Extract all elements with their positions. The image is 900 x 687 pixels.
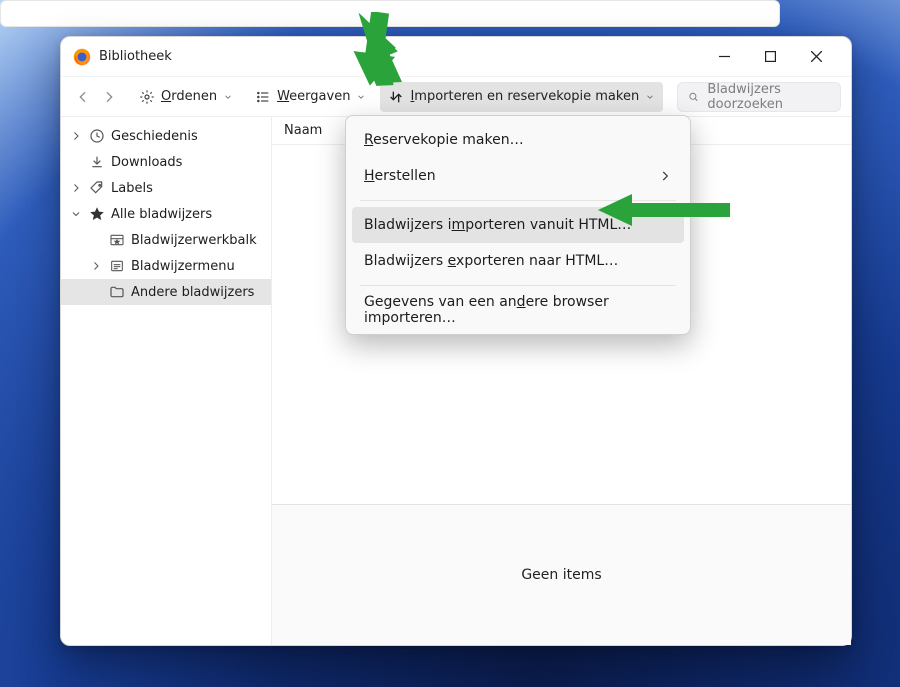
menu-folder-icon <box>109 258 125 274</box>
folder-icon <box>109 284 125 300</box>
organize-menu[interactable]: Ordenen <box>131 82 241 112</box>
toolbar: Ordenen Weergaven Importeren en r <box>61 77 851 117</box>
close-button[interactable] <box>793 41 839 73</box>
firefox-app-icon <box>73 48 91 66</box>
views-menu[interactable]: Weergaven <box>247 82 374 112</box>
menu-item-import-html[interactable]: Bladwijzers importeren vanuit HTML… <box>352 207 684 243</box>
sidebar-item-label: Labels <box>111 181 153 196</box>
forward-button[interactable] <box>97 83 121 111</box>
detail-area: Geen items <box>272 505 851 645</box>
sidebar-item-label: Andere bladwijzers <box>131 285 254 300</box>
chevron-down-icon <box>69 208 83 220</box>
star-icon <box>89 206 105 222</box>
chevron-down-icon <box>645 92 655 102</box>
sidebar-item-label: Bladwijzerwerkbalk <box>131 233 257 248</box>
search-placeholder: Bladwijzers doorzoeken <box>707 82 830 112</box>
maximize-button[interactable] <box>747 41 793 73</box>
menu-separator <box>360 285 676 286</box>
search-icon <box>688 90 699 104</box>
chevron-right-icon <box>69 130 83 142</box>
menu-item-backup[interactable]: Reservekopie maken… <box>352 122 684 158</box>
search-input[interactable]: Bladwijzers doorzoeken <box>677 82 841 112</box>
window-title: Bibliotheek <box>99 49 172 64</box>
sidebar-item-label: Downloads <box>111 155 182 170</box>
menu-separator <box>360 200 676 201</box>
sidebar-item-menu[interactable]: Bladwijzermenu <box>61 253 271 279</box>
chevron-right-icon <box>89 260 103 272</box>
toolbar-folder-icon <box>109 232 125 248</box>
sidebar-item-tags[interactable]: Labels <box>61 175 271 201</box>
menu-item-import-browser[interactable]: Gegevens van een andere browser importer… <box>352 292 684 328</box>
list-icon <box>255 89 271 105</box>
organize-label: Ordenen <box>161 89 217 104</box>
nav-buttons <box>71 83 121 111</box>
background-window <box>0 0 780 27</box>
menu-item-restore[interactable]: Herstellen <box>352 158 684 194</box>
import-label: Importeren en reservekopie maken <box>410 89 639 104</box>
menu-item-label: Gegevens van een andere browser importer… <box>364 294 672 326</box>
sidebar-item-history[interactable]: Geschiedenis <box>61 123 271 149</box>
import-backup-menu[interactable]: Importeren en reservekopie maken <box>380 82 663 112</box>
sidebar-tree: Geschiedenis Downloads Labels <box>61 117 272 645</box>
chevron-down-icon <box>356 92 366 102</box>
chevron-right-icon <box>658 169 672 183</box>
views-label: Weergaven <box>277 89 350 104</box>
menu-item-label: Reservekopie maken… <box>364 132 524 148</box>
sidebar-item-label: Bladwijzermenu <box>131 259 235 274</box>
empty-label: Geen items <box>521 567 601 583</box>
sidebar-item-downloads[interactable]: Downloads <box>61 149 271 175</box>
tag-icon <box>89 180 105 196</box>
back-button[interactable] <box>71 83 95 111</box>
menu-item-export-html[interactable]: Bladwijzers exporteren naar HTML… <box>352 243 684 279</box>
import-export-icon <box>388 89 404 105</box>
clock-icon <box>89 128 105 144</box>
chevron-right-icon <box>69 182 83 194</box>
menu-item-label: Bladwijzers importeren vanuit HTML… <box>364 217 631 233</box>
download-icon <box>89 154 105 170</box>
sidebar-item-toolbar[interactable]: Bladwijzerwerkbalk <box>61 227 271 253</box>
menu-item-label: Herstellen <box>364 168 436 184</box>
chevron-down-icon <box>223 92 233 102</box>
titlebar: Bibliotheek <box>61 37 851 77</box>
sidebar-item-label: Geschiedenis <box>111 129 198 144</box>
import-backup-dropdown: Reservekopie maken… Herstellen Bladwijze… <box>345 115 691 335</box>
minimize-button[interactable] <box>701 41 747 73</box>
gear-icon <box>139 89 155 105</box>
sidebar-item-all-bookmarks[interactable]: Alle bladwijzers <box>61 201 271 227</box>
menu-item-label: Bladwijzers exporteren naar HTML… <box>364 253 618 269</box>
sidebar-item-label: Alle bladwijzers <box>111 207 212 222</box>
sidebar-item-other[interactable]: Andere bladwijzers <box>61 279 271 305</box>
